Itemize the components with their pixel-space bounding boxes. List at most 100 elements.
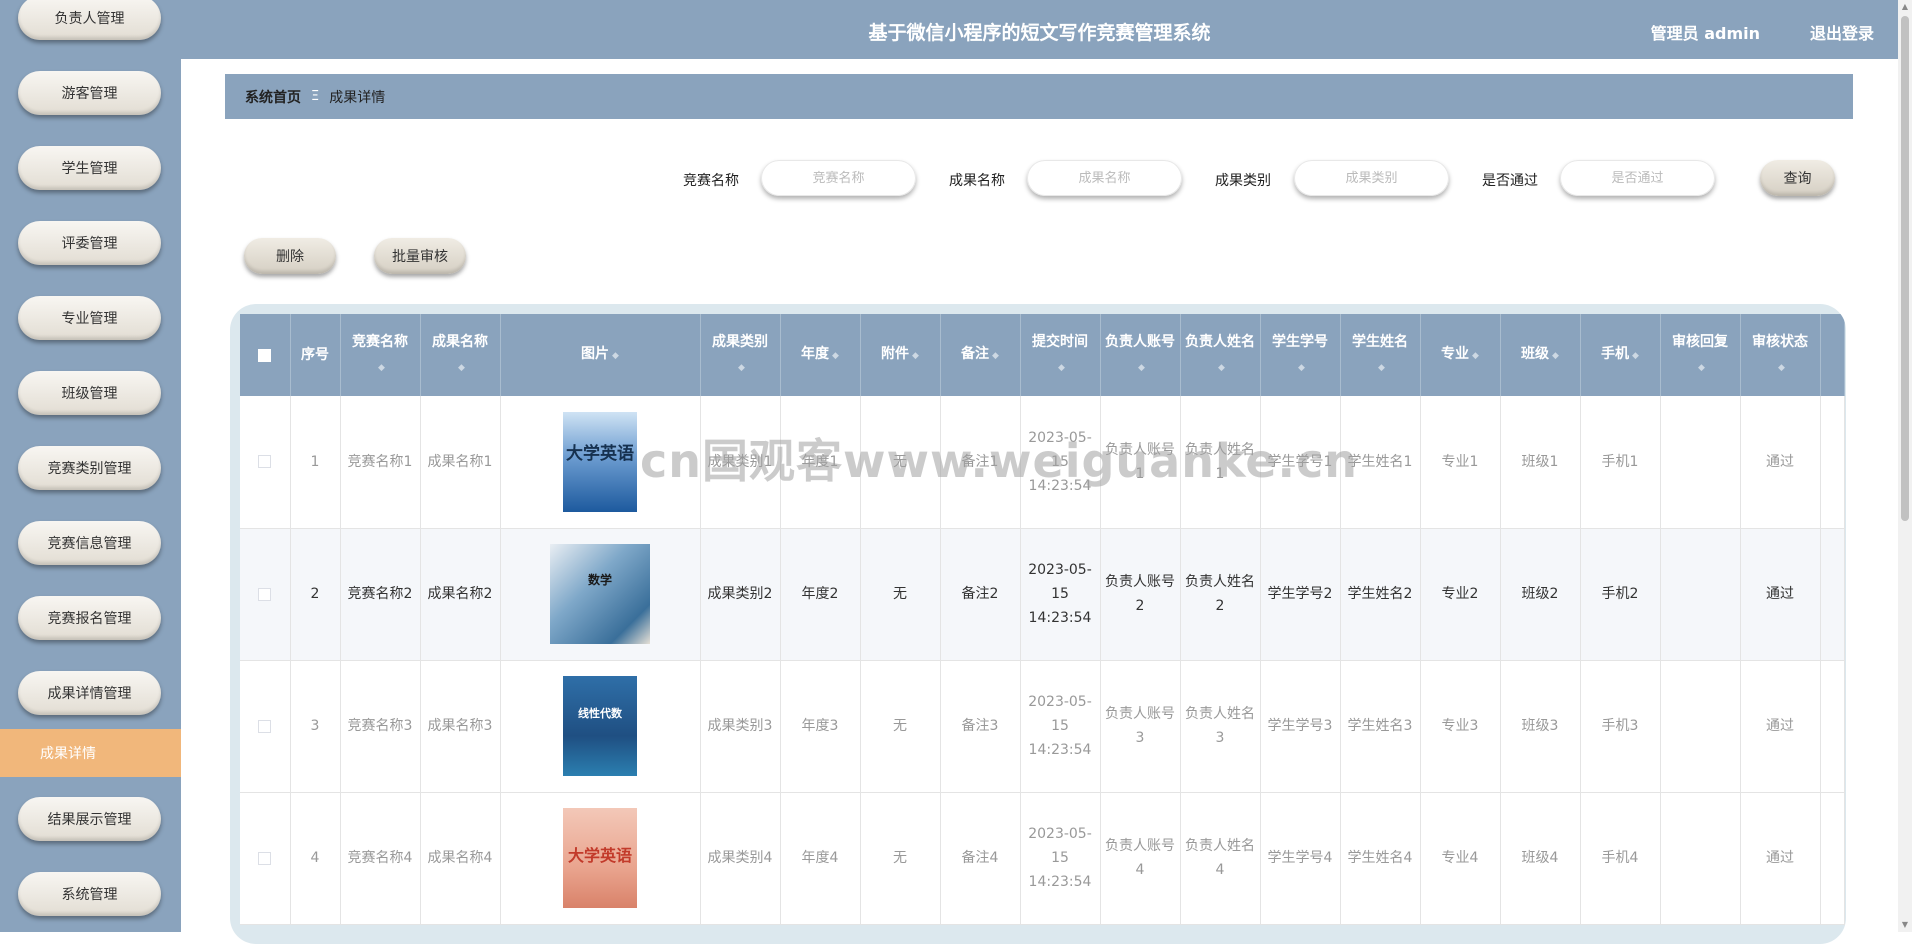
cell-result-name: 成果名称4 (420, 792, 501, 925)
scroll-up-icon[interactable]: ▲ (1900, 2, 1910, 12)
select-all-cell[interactable] (240, 314, 291, 396)
sort-icon[interactable]: ◆ (1298, 356, 1305, 380)
sidebar-item-result-display[interactable]: 结果展示管理 (18, 797, 161, 841)
cell-phone: 手机4 (1580, 792, 1661, 925)
book-cover-image[interactable]: 大学英语 (563, 808, 637, 908)
sidebar-item-visitor[interactable]: 游客管理 (18, 71, 161, 115)
sort-icon[interactable]: ◆ (1552, 344, 1559, 368)
table-row[interactable]: 2 竞赛名称2 成果名称2 数学 成果类别2 年度2 无 备注2 2023-05… (240, 528, 1845, 661)
book-cover-image[interactable]: 数学 (550, 544, 650, 644)
column-header[interactable]: 成果名称 ◆ (420, 314, 501, 396)
cell-student-no: 学生学号4 (1260, 792, 1341, 925)
top-header: 基于微信小程序的短文写作竞赛管理系统 管理员 admin 退出登录 (181, 0, 1898, 59)
cell-student: 学生姓名1 (1340, 396, 1421, 529)
query-button[interactable]: 查询 (1760, 160, 1835, 196)
cell-reply (1660, 528, 1741, 661)
column-header[interactable]: 图片 ◆ (500, 314, 701, 396)
column-header[interactable]: 手机 ◆ (1580, 314, 1661, 396)
column-header: 序号 (290, 314, 341, 396)
sort-icon[interactable]: ◆ (912, 344, 919, 368)
column-header[interactable]: 审核回复 ◆ (1660, 314, 1741, 396)
sort-icon[interactable]: ◆ (1378, 356, 1385, 380)
row-checkbox[interactable] (258, 587, 272, 601)
search-input-category[interactable] (1294, 160, 1449, 196)
search-input-result-name[interactable] (1027, 160, 1182, 196)
sidebar-item-contest-category[interactable]: 竞赛类别管理 (18, 446, 161, 490)
sidebar-item-student[interactable]: 学生管理 (18, 146, 161, 190)
cell-year: 年度2 (780, 528, 861, 661)
logout-link[interactable]: 退出登录 (1810, 20, 1874, 44)
search-input-contest[interactable] (761, 160, 916, 196)
column-header[interactable]: 审核状态 ◆ (1740, 314, 1821, 396)
scroll-down-icon[interactable]: ▼ (1900, 920, 1910, 930)
cell-year: 年度1 (780, 396, 861, 529)
row-checkbox[interactable] (258, 455, 272, 469)
column-header[interactable]: 年度 ◆ (780, 314, 861, 396)
sidebar-item-result-detail[interactable]: 成果详情管理 (18, 671, 161, 715)
sort-icon[interactable]: ◆ (832, 344, 839, 368)
row-checkbox[interactable] (258, 719, 272, 733)
column-header[interactable]: 学生学号 ◆ (1260, 314, 1341, 396)
sidebar-subitem-result-detail[interactable]: 成果详情 (0, 729, 181, 777)
sidebar-item-contest-info[interactable]: 竞赛信息管理 (18, 521, 161, 565)
column-header[interactable]: 附件 ◆ (860, 314, 941, 396)
cell-status: 通过 (1740, 396, 1821, 529)
scroll-thumb[interactable] (1901, 16, 1909, 521)
sidebar-item-class[interactable]: 班级管理 (18, 371, 161, 415)
sidebar-item-registration[interactable]: 竞赛报名管理 (18, 596, 161, 640)
sort-icon[interactable]: ◆ (1632, 344, 1639, 368)
breadcrumb-separator-icon: Ξ (311, 89, 320, 104)
cell-account: 负责人账号2 (1100, 528, 1181, 661)
sort-icon[interactable]: ◆ (1778, 356, 1785, 380)
breadcrumb-home[interactable]: 系统首页 (245, 87, 301, 107)
row-checkbox[interactable] (258, 851, 272, 865)
sort-icon[interactable]: ◆ (992, 344, 999, 368)
sort-icon[interactable]: ◆ (1218, 356, 1225, 380)
sidebar-item-system[interactable]: 系统管理 (18, 872, 161, 916)
sort-icon[interactable]: ◆ (738, 356, 745, 380)
cell-manager: 负责人姓名3 (1180, 660, 1261, 793)
sort-icon[interactable]: ◆ (1472, 344, 1479, 368)
search-input-passed[interactable] (1560, 160, 1715, 196)
column-header[interactable]: 学生姓名 ◆ (1340, 314, 1421, 396)
cell-status: 通过 (1740, 660, 1821, 793)
cell-index: 3 (290, 660, 341, 793)
select-all-checkbox[interactable] (258, 348, 272, 362)
column-header[interactable]: 班级 ◆ (1500, 314, 1581, 396)
table-row[interactable]: 4 竞赛名称4 成果名称4 大学英语 成果类别4 年度4 无 备注4 2023-… (240, 792, 1845, 925)
column-header[interactable]: 提交时间 ◆ (1020, 314, 1101, 396)
sort-icon[interactable]: ◆ (458, 356, 465, 380)
cell-contest: 竞赛名称3 (340, 660, 421, 793)
cell-index: 4 (290, 792, 341, 925)
sidebar-item-manager[interactable]: 负责人管理 (18, 0, 161, 40)
cell-category: 成果类别2 (700, 528, 781, 661)
sort-icon[interactable]: ◆ (1698, 356, 1705, 380)
sidebar-item-major[interactable]: 专业管理 (18, 296, 161, 340)
cell-account: 负责人账号1 (1100, 396, 1181, 529)
cell-major: 专业2 (1420, 528, 1501, 661)
cell-status: 通过 (1740, 792, 1821, 925)
column-header[interactable]: 竞赛名称 ◆ (340, 314, 421, 396)
cell-student-no: 学生学号3 (1260, 660, 1341, 793)
column-header[interactable]: 成果类别 ◆ (700, 314, 781, 396)
batch-review-button[interactable]: 批量审核 (374, 238, 466, 274)
book-cover-image[interactable]: 线性代数 (563, 676, 637, 776)
sort-icon[interactable]: ◆ (378, 356, 385, 380)
page-scrollbar[interactable]: ▲ ▼ (1898, 0, 1912, 932)
book-cover-image[interactable]: 大学英语 (563, 411, 637, 512)
column-header[interactable]: 负责人姓名◆ (1180, 314, 1261, 396)
sort-icon[interactable]: ◆ (1058, 356, 1065, 380)
data-table: 序号 竞赛名称 ◆ 成果名称 ◆ 图片 ◆ 成果类别 ◆ 年度 ◆ 附件 ◆ 备注 ◆ 提交时… (240, 314, 1845, 925)
sort-icon[interactable]: ◆ (1138, 356, 1145, 380)
table-row[interactable]: 1 竞赛名称1 成果名称1 大学英语 成果类别1 年度1 无 备注1 2023-… (240, 396, 1845, 529)
sidebar: 负责人管理 游客管理 学生管理 评委管理 专业管理 班级管理 竞赛类别管理 竞赛… (0, 0, 181, 932)
cell-class: 班级3 (1500, 660, 1581, 793)
sort-icon[interactable]: ◆ (612, 344, 619, 368)
sidebar-item-judge[interactable]: 评委管理 (18, 221, 161, 265)
table-row[interactable]: 3 竞赛名称3 成果名称3 线性代数 成果类别3 年度3 无 备注3 2023-… (240, 660, 1845, 793)
column-header[interactable]: 备注 ◆ (940, 314, 1021, 396)
column-header[interactable]: 负责人账号◆ (1100, 314, 1181, 396)
delete-button[interactable]: 删除 (244, 238, 336, 274)
cell-category: 成果类别4 (700, 792, 781, 925)
column-header[interactable]: 专业 ◆ (1420, 314, 1501, 396)
